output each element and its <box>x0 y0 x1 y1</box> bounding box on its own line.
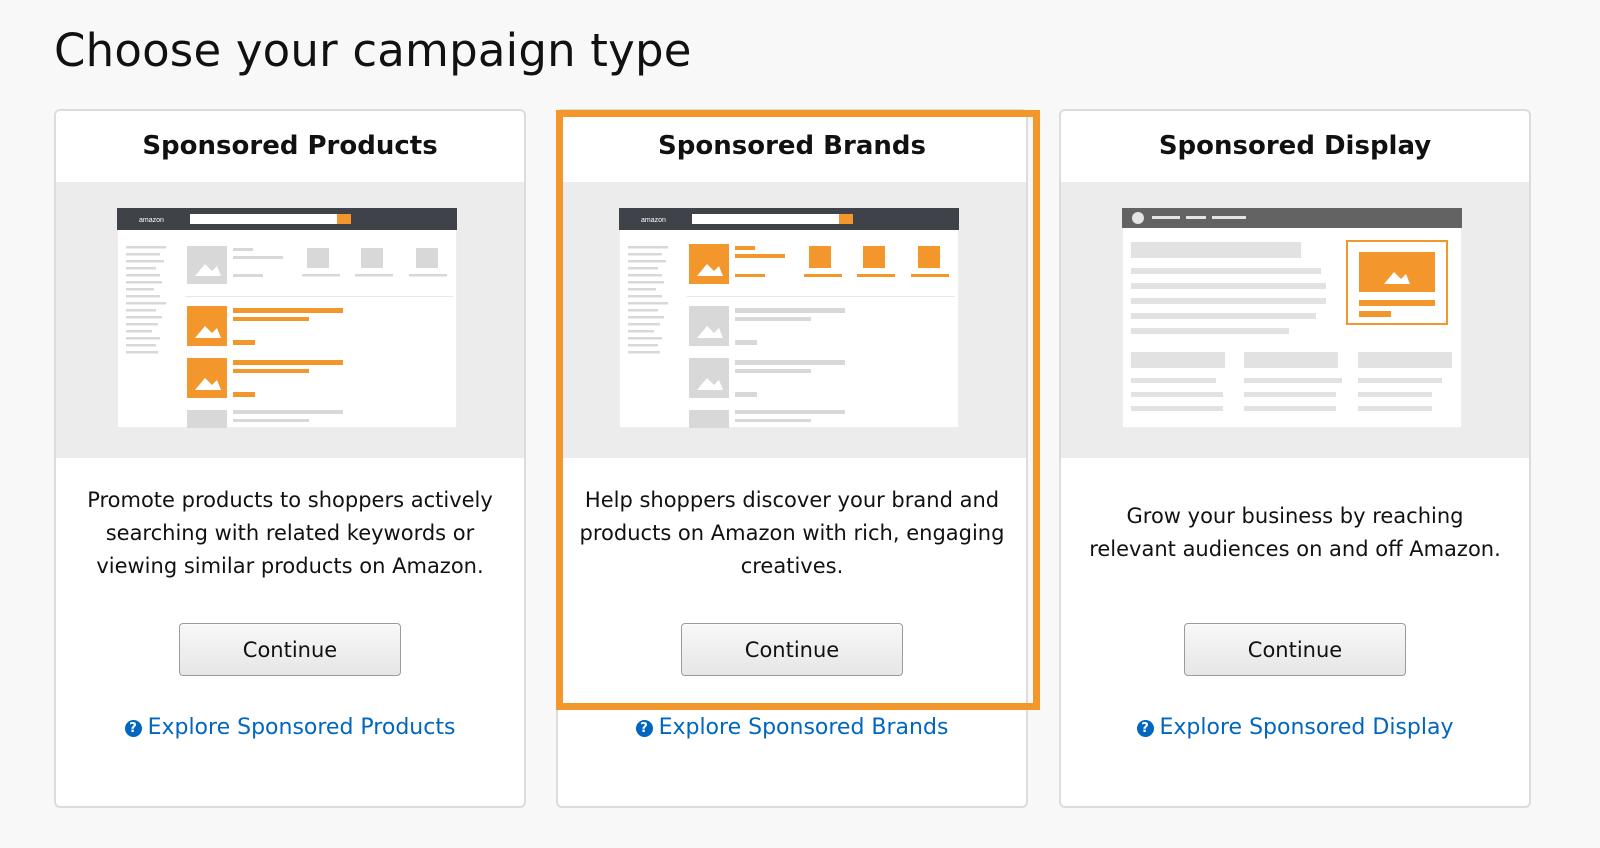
card-title: Sponsored Products <box>142 131 438 161</box>
card-description: Promote products to shoppers actively se… <box>87 487 493 578</box>
page-title: Choose your campaign type <box>54 24 692 77</box>
illustration-panel <box>1061 182 1529 458</box>
continue-button[interactable]: Continue <box>1184 623 1406 676</box>
card-description: Help shoppers discover your brand and pr… <box>579 487 1005 578</box>
help-icon: ? <box>635 720 653 737</box>
explore-link[interactable]: ? Explore Sponsored Brands <box>558 715 1026 740</box>
campaign-card-sponsored-brands[interactable]: Sponsored Brands amazon Help shoppers di… <box>556 109 1028 808</box>
sponsored-brands-illustration: amazon <box>619 208 959 428</box>
explore-link-label[interactable]: Explore Sponsored Products <box>148 715 456 740</box>
continue-button[interactable]: Continue <box>179 623 401 676</box>
logo-text: amazon <box>139 217 164 224</box>
help-icon: ? <box>1136 720 1154 737</box>
explore-link[interactable]: ? Explore Sponsored Products <box>56 715 524 740</box>
campaign-card-sponsored-display[interactable]: Sponsored Display Grow your business by … <box>1059 109 1531 808</box>
sponsored-display-illustration <box>1122 208 1462 428</box>
explore-link-label[interactable]: Explore Sponsored Brands <box>659 715 949 740</box>
illustration-panel: amazon <box>558 182 1026 458</box>
card-title: Sponsored Brands <box>658 131 926 161</box>
illustration-panel: amazon <box>56 182 524 458</box>
sponsored-products-illustration: amazon <box>117 208 457 428</box>
continue-button[interactable]: Continue <box>681 623 903 676</box>
campaign-card-sponsored-products[interactable]: Sponsored Products amazon Promote produc… <box>54 109 526 808</box>
card-description: Grow your business by reaching relevant … <box>1089 504 1501 561</box>
card-title: Sponsored Display <box>1158 131 1432 161</box>
help-icon: ? <box>124 720 142 737</box>
logo-text: amazon <box>641 217 666 224</box>
explore-link-label[interactable]: Explore Sponsored Display <box>1160 715 1454 740</box>
explore-link[interactable]: ? Explore Sponsored Display <box>1061 715 1529 740</box>
